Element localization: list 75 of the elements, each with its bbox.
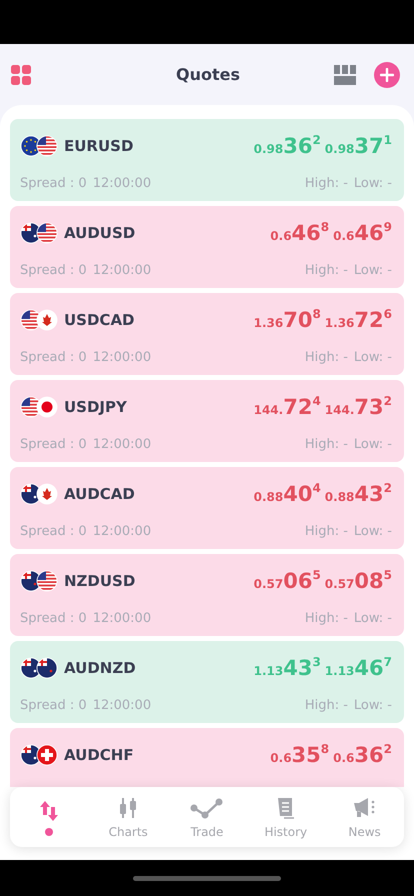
bid-price: 144.72$^{4}$ xyxy=(254,394,321,419)
flags-icon xyxy=(20,394,58,418)
high-value: High: - xyxy=(304,611,348,626)
ask-price: 0.636$^{2}$ xyxy=(333,742,392,767)
ask-price: 0.5708$^{5}$ xyxy=(324,568,392,593)
screen-title: Quotes xyxy=(174,65,241,84)
bid-price: 0.635$^{8}$ xyxy=(270,742,330,767)
symbol: AUDNZD xyxy=(64,658,137,676)
layout-icon[interactable] xyxy=(334,64,356,84)
high-value: High: - xyxy=(304,524,348,539)
flags-icon xyxy=(20,568,58,592)
bid-price: 1.1343$^{3}$ xyxy=(254,655,321,680)
spread: Spread : 0 xyxy=(20,524,87,539)
ask-price: 1.3672$^{6}$ xyxy=(324,307,392,332)
spread: Spread : 0 xyxy=(20,176,87,191)
high-value: High: - xyxy=(304,176,348,191)
low-value: Low: - xyxy=(354,437,392,452)
quote-time: 12:00:00 xyxy=(92,350,152,365)
flags-icon xyxy=(20,742,58,766)
bid-price: 0.8840$^{4}$ xyxy=(254,481,321,506)
flags-icon xyxy=(20,656,58,680)
low-value: Low: - xyxy=(354,524,392,539)
symbol: AUDCAD xyxy=(64,484,136,502)
spread: Spread : 0 xyxy=(20,611,87,626)
low-value: Low: - xyxy=(354,350,392,365)
quote-card[interactable]: NZDUSD 0.5706$^{5}$ 0.5708$^{5}$ Spread : 0 12:00:00 High: - Low: - xyxy=(10,554,404,636)
flags-icon xyxy=(20,482,58,506)
high-value: High: - xyxy=(304,437,348,452)
symbol: USDJPY xyxy=(64,398,128,416)
menu-grid-icon[interactable] xyxy=(10,64,32,86)
ask-price: 0.646$^{9}$ xyxy=(333,220,392,245)
spread: Spread : 0 xyxy=(20,263,87,278)
quote-card[interactable]: EURUSD 0.9836$^{2}$ 0.9837$^{1}$ Spread : 0 12:00:00 High: - Low: - xyxy=(10,119,404,201)
high-value: High: - xyxy=(304,350,348,365)
ask-price: 0.9837$^{1}$ xyxy=(324,133,392,158)
quote-time: 12:00:00 xyxy=(92,437,152,452)
spread: Spread : 0 xyxy=(20,350,87,365)
flags-icon xyxy=(20,308,58,332)
symbol: EURUSD xyxy=(64,136,134,154)
quote-card[interactable]: USDJPY 144.72$^{4}$ 144.73$^{2}$ Spread : 0 12:00:00 High: - Low: - xyxy=(10,380,404,462)
low-value: Low: - xyxy=(354,611,392,626)
symbol: USDCAD xyxy=(64,310,136,328)
quote-card[interactable]: AUDUSD 0.646$^{8}$ 0.646$^{9}$ Spread : 0 12:00:00 High: - Low: - xyxy=(10,206,404,288)
flags-icon xyxy=(20,134,58,158)
bid-price: 1.3670$^{8}$ xyxy=(254,307,321,332)
symbol: AUDCHF xyxy=(64,746,135,764)
high-value: High: - xyxy=(304,263,348,278)
high-value: High: - xyxy=(304,698,348,713)
quote-card[interactable]: USDCAD 1.3670$^{8}$ 1.3672$^{6}$ Spread : 0 12:00:00 High: - Low: - xyxy=(10,293,404,375)
low-value: Low: - xyxy=(354,263,392,278)
quote-time: 12:00:00 xyxy=(92,176,152,191)
flags-icon xyxy=(20,220,58,244)
quote-time: 12:00:00 xyxy=(92,611,152,626)
quote-card[interactable]: AUDCHF 0.635$^{8}$ 0.636$^{2}$ xyxy=(10,728,404,787)
plus-icon xyxy=(380,68,394,82)
line-chart-icon xyxy=(190,796,224,820)
ask-price: 1.1346$^{7}$ xyxy=(324,655,392,680)
quote-card[interactable]: AUDCAD 0.8840$^{4}$ 0.8843$^{2}$ Spread : 0 12:00:00 High: - Low: - xyxy=(10,467,404,549)
ask-price: 144.73$^{2}$ xyxy=(324,394,392,419)
bid-price: 0.646$^{8}$ xyxy=(270,220,330,245)
low-value: Low: - xyxy=(354,176,392,191)
spread: Spread : 0 xyxy=(20,698,87,713)
low-value: Low: - xyxy=(354,698,392,713)
spread: Spread : 0 xyxy=(20,437,87,452)
bid-price: 0.5706$^{5}$ xyxy=(254,568,321,593)
quote-card[interactable]: AUDNZD 1.1343$^{3}$ 1.1346$^{7}$ Spread : 0 12:00:00 High: - Low: - xyxy=(10,641,404,723)
ask-price: 0.8843$^{2}$ xyxy=(324,481,392,506)
quote-time: 12:00:00 xyxy=(92,698,152,713)
quote-time: 12:00:00 xyxy=(92,263,152,278)
active-dot xyxy=(45,828,54,836)
add-button[interactable] xyxy=(374,62,400,88)
symbol: NZDUSD xyxy=(64,572,136,590)
symbol: AUDUSD xyxy=(64,224,136,242)
quote-time: 12:00:00 xyxy=(92,524,152,539)
bid-price: 0.9836$^{2}$ xyxy=(254,133,321,158)
